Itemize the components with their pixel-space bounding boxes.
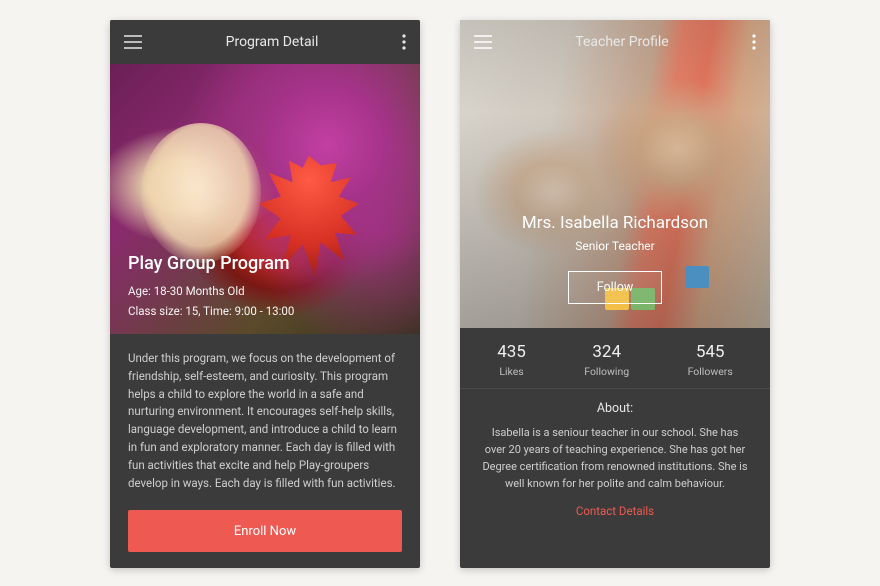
program-detail-screen: Program Detail Play Group Program Age: 1… xyxy=(110,20,420,568)
stat-following[interactable]: 324 Following xyxy=(584,342,629,378)
program-class: Class size: 15, Time: 9:00 - 13:00 xyxy=(128,304,402,318)
follow-button[interactable]: Follow xyxy=(568,271,663,304)
stat-label: Followers xyxy=(688,365,733,378)
more-icon[interactable] xyxy=(752,34,756,50)
menu-icon[interactable] xyxy=(474,35,492,49)
stat-value: 324 xyxy=(584,342,629,362)
program-title: Play Group Program xyxy=(128,253,402,274)
about-text: Isabella is a seniour teacher in our sch… xyxy=(480,424,750,492)
stat-followers[interactable]: 545 Followers xyxy=(688,342,733,378)
about-section: About: Isabella is a seniour teacher in … xyxy=(460,389,770,519)
appbar: Program Detail xyxy=(110,20,420,64)
appbar: Teacher Profile xyxy=(460,20,770,64)
child-face-illustration xyxy=(141,123,261,263)
more-icon[interactable] xyxy=(402,34,406,50)
about-heading: About: xyxy=(480,401,750,416)
stat-value: 435 xyxy=(497,342,526,362)
stats-row: 435 Likes 324 Following 545 Followers xyxy=(460,328,770,389)
program-age: Age: 18-30 Months Old xyxy=(128,284,402,298)
teacher-name: Mrs. Isabella Richardson xyxy=(522,213,708,233)
contact-details-link[interactable]: Contact Details xyxy=(576,504,654,518)
stat-value: 545 xyxy=(688,342,733,362)
appbar-title: Program Detail xyxy=(226,34,319,50)
teacher-hero: Teacher Profile Mrs. Isabella Richardson… xyxy=(460,20,770,328)
teacher-profile-screen: Teacher Profile Mrs. Isabella Richardson… xyxy=(460,20,770,568)
menu-icon[interactable] xyxy=(124,35,142,49)
hero-text-block: Play Group Program Age: 18-30 Months Old… xyxy=(128,253,402,318)
teacher-role: Senior Teacher xyxy=(575,239,654,253)
stat-label: Following xyxy=(584,365,629,378)
program-hero: Play Group Program Age: 18-30 Months Old… xyxy=(110,64,420,334)
enroll-button[interactable]: Enroll Now xyxy=(128,510,402,552)
stat-likes[interactable]: 435 Likes xyxy=(497,342,526,378)
program-description: Under this program, we focus on the deve… xyxy=(110,334,420,510)
stat-label: Likes xyxy=(497,365,526,378)
appbar-title: Teacher Profile xyxy=(575,34,668,50)
